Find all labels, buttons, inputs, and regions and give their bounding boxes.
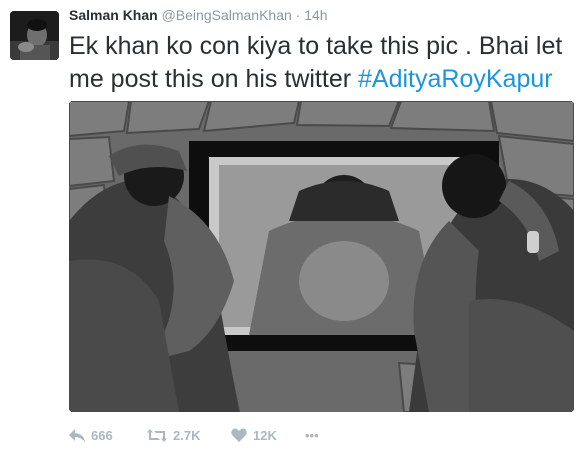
tweet-header: Salman Khan @BeingSalmanKhan · 14h [69,6,328,24]
tweet-actions: 666 2.7K 12K ••• [69,425,319,445]
more-button[interactable]: ••• [305,428,319,443]
retweet-count: 2.7K [173,427,201,443]
retweet-button[interactable]: 2.7K [147,428,213,443]
tweet-photo[interactable] [69,101,574,412]
more-icon: ••• [305,427,319,443]
avatar[interactable] [10,11,59,60]
author-name[interactable]: Salman Khan [69,7,158,23]
heart-icon [231,428,247,442]
like-button[interactable]: 12K [231,428,291,443]
tweet: Salman Khan @BeingSalmanKhan · 14h Ek kh… [0,0,580,453]
separator: · [295,7,301,23]
reply-count: 666 [91,427,113,443]
like-count: 12K [253,427,277,443]
timestamp[interactable]: 14h [304,7,327,23]
hashtag-link[interactable]: #AdityaRoyKapur [358,65,553,93]
author-handle[interactable]: @BeingSalmanKhan [162,7,292,23]
tweet-text: Ek khan ko con kiya to take this pic . B… [69,30,574,96]
retweet-icon [147,428,167,442]
reply-button[interactable]: 666 [69,428,127,443]
reply-icon [69,428,85,442]
